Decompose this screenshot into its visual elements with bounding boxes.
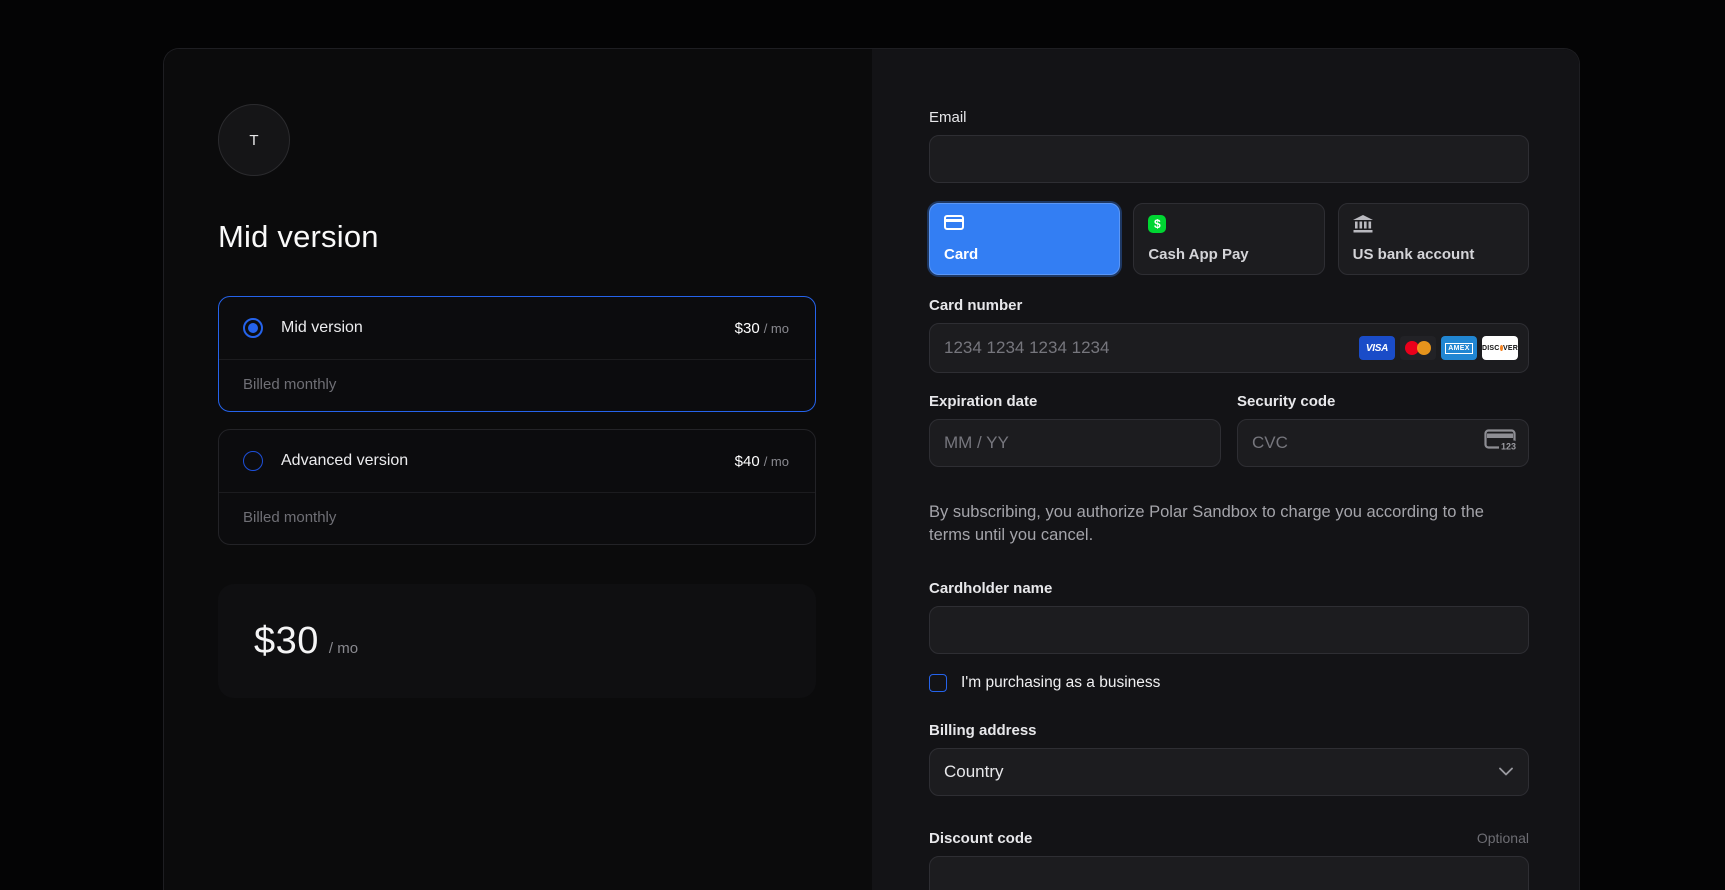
radio-unchecked-icon[interactable]: [243, 451, 263, 471]
chevron-down-icon: [1499, 763, 1513, 781]
plan-name: Advanced version: [281, 452, 409, 469]
cvc-card-icon: 123: [1484, 429, 1516, 458]
billing-note: Billed monthly: [243, 509, 337, 526]
tab-cash-app-pay[interactable]: $ Cash App Pay: [1133, 203, 1325, 275]
country-select-value: Country: [944, 761, 1004, 781]
email-input[interactable]: [929, 135, 1529, 183]
page-title: Mid version: [218, 219, 379, 254]
subscription-disclaimer: By subscribing, you authorize Polar Sand…: [929, 503, 1484, 545]
avatar-letter: T: [249, 131, 259, 149]
plan-option-head[interactable]: Mid version $30/ mo: [219, 297, 815, 359]
discount-optional-tag: Optional: [1476, 829, 1529, 846]
plan-options: Mid version $30/ mo Billed monthly Advan…: [218, 296, 816, 545]
card-icon: [944, 215, 964, 230]
bank-icon: [1352, 215, 1514, 238]
total-amount: $30: [254, 619, 319, 662]
plan-option-advanced[interactable]: Advanced version $40/ mo Billed monthly: [218, 429, 816, 545]
cardholder-name-input[interactable]: [929, 605, 1529, 654]
business-purchase-row[interactable]: I'm purchasing as a business: [929, 673, 1529, 692]
card-number-label: Card number: [929, 297, 1023, 314]
amex-text: AMEX: [1445, 342, 1473, 354]
tab-us-bank-account[interactable]: US bank account: [1337, 203, 1529, 275]
total-price-box: $30 / mo: [218, 584, 816, 698]
total-interval: / mo: [328, 639, 359, 657]
plan-price-amount: $30: [734, 319, 760, 337]
discover-icon: DISC VER: [1482, 336, 1518, 360]
plan-price: $30/ mo: [735, 320, 789, 337]
radio-checked-icon[interactable]: [243, 318, 263, 338]
plan-option-mid[interactable]: Mid version $30/ mo Billed monthly: [218, 296, 816, 412]
tab-card-label: Card: [944, 246, 979, 263]
business-checkbox[interactable]: [929, 673, 947, 692]
expiration-label: Expiration date: [929, 393, 1038, 410]
tab-cash-app-label: Cash App Pay: [1148, 246, 1249, 263]
cash-app-icon: $: [1148, 215, 1167, 233]
avatar: T: [218, 104, 290, 176]
tab-us-bank-label: US bank account: [1352, 246, 1475, 263]
discover-text-left: DISC: [1482, 344, 1500, 352]
tab-card[interactable]: Card: [929, 203, 1121, 275]
card-brand-icons: VISA AMEX DISC VER: [1359, 336, 1518, 360]
billing-address-label: Billing address: [929, 721, 1037, 739]
mastercard-icon: [1400, 336, 1436, 360]
visa-text: VISA: [1365, 342, 1389, 354]
amex-icon: AMEX: [1441, 336, 1477, 360]
country-select[interactable]: Country: [929, 747, 1529, 796]
discount-code-label: Discount code: [929, 829, 1033, 847]
security-code-label: Security code: [1237, 393, 1336, 410]
cvc-icon-123: 123: [1501, 442, 1516, 452]
expiration-input[interactable]: [929, 419, 1221, 467]
payment-method-tabs: Card $ Cash App Pay US bank account: [929, 203, 1529, 275]
plan-price-interval: / mo: [763, 320, 789, 336]
email-label: Email: [929, 109, 967, 126]
plan-price: $40/ mo: [735, 453, 789, 470]
plan-price-amount: $40: [734, 452, 760, 470]
payment-form-panel: Email Card $ Cash App Pay US bank accoun…: [872, 49, 1579, 890]
plan-option-head[interactable]: Advanced version $40/ mo: [219, 430, 815, 492]
business-checkbox-label: I'm purchasing as a business: [961, 673, 1161, 691]
plan-price-interval: / mo: [763, 453, 789, 469]
checkout-card: T Mid version Mid version $30/ mo Billed…: [163, 48, 1580, 890]
cardholder-name-label: Cardholder name: [929, 579, 1053, 597]
discover-text-right: VER: [1503, 344, 1518, 352]
discount-code-input[interactable]: [929, 855, 1529, 890]
visa-icon: VISA: [1359, 336, 1395, 360]
plan-name: Mid version: [281, 319, 363, 336]
billing-note: Billed monthly: [243, 376, 337, 393]
product-summary-panel: T Mid version Mid version $30/ mo Billed…: [164, 49, 872, 890]
cash-app-icon-symbol: $: [1153, 217, 1161, 231]
